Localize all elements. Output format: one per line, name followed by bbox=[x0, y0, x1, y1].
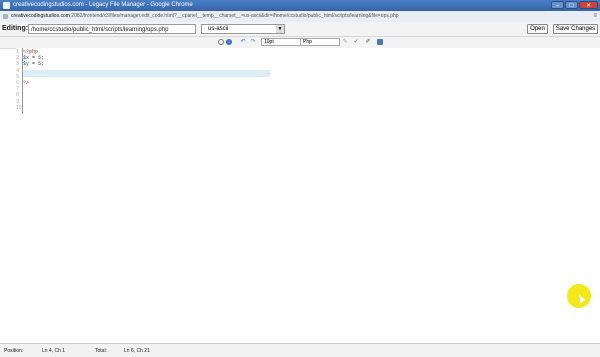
line-number: 8 bbox=[16, 92, 19, 99]
encoding-value: us-ascii bbox=[208, 26, 229, 32]
line-number: 7 bbox=[16, 86, 19, 93]
syntax-check-icon[interactable]: ✓ bbox=[353, 39, 359, 45]
line-number: 5 bbox=[16, 73, 19, 80]
url-path: :2082/frontend/x3/files/manager.edit_cod… bbox=[69, 13, 399, 19]
line-number: 9 bbox=[16, 98, 19, 105]
edit-area-options-icon[interactable]: ✐ bbox=[365, 39, 371, 45]
go-to-line-icon[interactable]: ↓ bbox=[226, 39, 232, 45]
window-title: creativecodingstudios.com - Legacy File … bbox=[13, 2, 193, 8]
highlight-toggle-icon[interactable]: ✎ bbox=[342, 39, 348, 45]
maximize-button[interactable]: □ bbox=[565, 1, 578, 9]
save-changes-button[interactable]: Save Changes bbox=[553, 24, 598, 34]
window-titlebar: creativecodingstudios.com - Legacy File … bbox=[0, 0, 600, 11]
chevron-down-icon: ▼ bbox=[276, 25, 284, 33]
open-button[interactable]: Open bbox=[527, 24, 548, 34]
code-line[interactable]: ?> bbox=[23, 80, 29, 86]
position-label: Position: bbox=[4, 348, 24, 354]
help-icon[interactable] bbox=[377, 39, 383, 45]
code-line[interactable]: $y = 5; bbox=[23, 61, 44, 67]
file-path-field[interactable]: /home/ccstudio/public_html/scripts/learn… bbox=[28, 24, 196, 34]
editing-label: Editing: bbox=[2, 25, 29, 32]
line-number: 2 bbox=[16, 55, 19, 62]
url-text[interactable]: creativecodingstudios.com:2082/frontend/… bbox=[11, 13, 586, 20]
position-value: Ln 4, Ch 1 bbox=[42, 348, 66, 354]
minimize-button[interactable]: – bbox=[551, 1, 564, 9]
status-bar: Position: Ln 4, Ch 1 Total: Ln 6, Ch 21 bbox=[0, 343, 600, 357]
code-editor-area[interactable] bbox=[16, 48, 600, 344]
current-line-highlight bbox=[22, 70, 270, 77]
syntax-select[interactable]: Php bbox=[300, 38, 340, 46]
code-line[interactable]: <?php bbox=[23, 49, 38, 55]
font-size-select[interactable]: 10pt bbox=[261, 38, 301, 46]
line-number: 4 bbox=[16, 67, 19, 74]
undo-icon[interactable]: ↶ bbox=[240, 39, 246, 45]
page-icon bbox=[3, 14, 8, 19]
close-button[interactable]: ✕ bbox=[579, 1, 598, 9]
total-label: Total: bbox=[95, 348, 107, 354]
site-favicon-icon bbox=[3, 2, 10, 9]
wrench-menu-icon[interactable]: ≡ bbox=[593, 13, 597, 20]
line-number: 1 bbox=[16, 49, 19, 55]
code-line[interactable]: $x = 5; bbox=[23, 55, 44, 61]
line-number: 10 bbox=[16, 104, 22, 111]
line-number: 6 bbox=[16, 80, 19, 86]
line-number: 3 bbox=[16, 61, 19, 68]
redo-icon[interactable]: ↷ bbox=[250, 39, 256, 45]
url-domain: creativecodingstudios.com bbox=[11, 13, 70, 19]
encoding-select[interactable]: us-ascii ▼ bbox=[201, 24, 285, 34]
editing-bar: Editing: /home/ccstudio/public_html/scri… bbox=[0, 22, 600, 37]
search-icon[interactable] bbox=[218, 39, 224, 45]
total-value: Ln 6, Ch 21 bbox=[124, 348, 150, 354]
